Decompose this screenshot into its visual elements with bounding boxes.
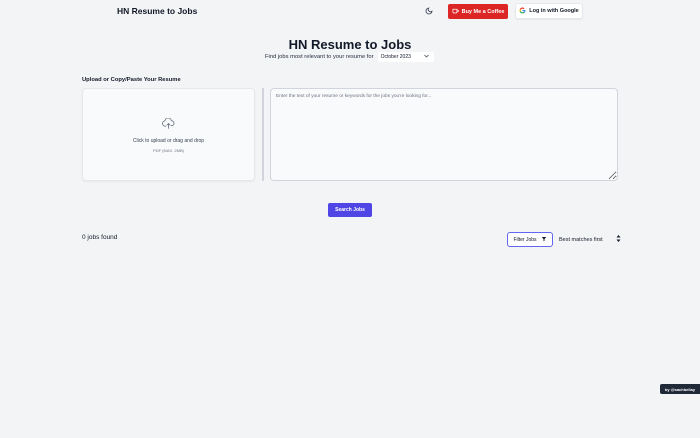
brand-title[interactable]: HN Resume to Jobs: [117, 6, 197, 16]
chevron-down-icon: [423, 54, 429, 60]
subtitle-text: Find jobs most relevant to your resume f…: [265, 54, 374, 60]
upload-hint: PDF (MAX. 2MB): [153, 148, 184, 153]
filter-jobs-label: Filter Jobs: [513, 236, 537, 243]
google-login-button[interactable]: Log in with Google: [515, 3, 583, 19]
month-select[interactable]: October 2023: [377, 52, 434, 62]
sort-select[interactable]: Best matches first: [559, 232, 621, 247]
page-title: HN Resume to Jobs: [288, 37, 412, 52]
upload-section-label: Upload or Copy/Paste Your Resume: [82, 77, 181, 83]
top-bar: HN Resume to Jobs Buy Me a Coffee Log in…: [0, 0, 700, 24]
coffee-button-label: Buy Me a Coffee: [461, 8, 505, 15]
search-jobs-button[interactable]: Search Jobs: [328, 203, 372, 217]
sort-arrows-icon: [616, 235, 621, 244]
section-divider: [262, 88, 264, 181]
funnel-icon: [541, 236, 547, 244]
google-button-label: Log in with Google: [529, 8, 579, 14]
coffee-cup-icon: [452, 8, 459, 16]
moon-icon[interactable]: [424, 6, 434, 16]
jobs-found-count: 0 jobs found: [82, 234, 118, 241]
author-credit-badge[interactable]: by @sachbellay: [660, 384, 700, 394]
cloud-upload-icon: [162, 116, 175, 134]
resume-text-input[interactable]: [270, 88, 618, 181]
filter-jobs-button[interactable]: Filter Jobs: [507, 232, 553, 247]
google-icon: [519, 6, 526, 16]
upload-prompt: Click to upload or drag and drop: [132, 138, 205, 144]
sort-select-value: Best matches first: [559, 236, 603, 243]
resume-upload-dropzone[interactable]: Click to upload or drag and drop PDF (MA…: [82, 88, 255, 181]
month-select-value: October 2023: [380, 54, 411, 60]
subtitle-row: Find jobs most relevant to your resume f…: [265, 52, 434, 62]
buy-me-a-coffee-button[interactable]: Buy Me a Coffee: [448, 4, 508, 19]
